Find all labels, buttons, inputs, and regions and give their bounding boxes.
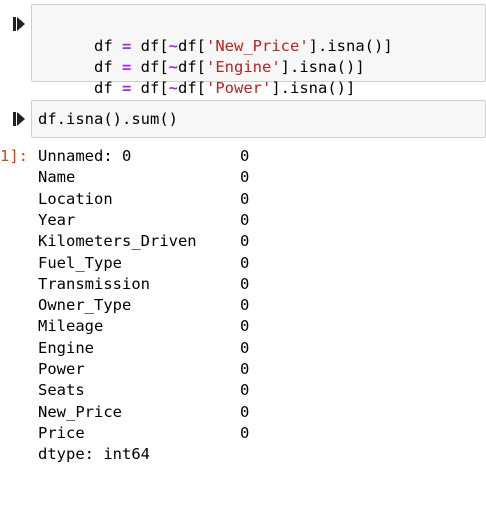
series-value: 0: [240, 274, 250, 293]
series-value: 0: [240, 168, 250, 187]
run-cell-icon[interactable]: [13, 17, 25, 31]
output-row: Seats 0: [38, 380, 249, 401]
code-token: df: [94, 79, 122, 97]
code-input-2[interactable]: df.isna().sum(): [31, 100, 486, 138]
code-token: ].isna()]: [271, 79, 356, 97]
code-line: df = df[~df['Engine'].isna()]: [38, 34, 365, 76]
series-index-label: Name: [38, 168, 76, 187]
series-index-label: Seats: [38, 381, 85, 400]
dtype-line: dtype: int64: [38, 445, 150, 464]
series-index-label: Owner_Type: [38, 296, 132, 315]
code-token: df[: [131, 79, 169, 97]
output-prompt: 1]:: [0, 147, 28, 165]
operator-token: =: [122, 79, 132, 97]
series-value: 0: [240, 210, 250, 229]
output-row: Kilometers_Driven 0: [38, 231, 249, 252]
string-token: 'Power': [206, 79, 272, 97]
output-area: 1]: Unnamed: 0 0 Name 0 Location 0 Year …: [0, 146, 486, 473]
series-index-label: Engine: [38, 338, 94, 357]
operator-token: ~: [168, 79, 179, 97]
output-row: Power 0: [38, 359, 249, 380]
code-line: df = df[~df['Power'].isna()]: [38, 55, 355, 97]
series-index-label: Mileage: [38, 317, 104, 336]
output-row: Mileage 0: [38, 316, 249, 337]
series-index-label: Unnamed: 0: [38, 147, 132, 165]
series-value: 0: [240, 253, 250, 272]
series-index-label: Power: [38, 360, 85, 378]
code-input-1[interactable]: df = df[~df['New_Price'].isna()] df = df…: [31, 4, 486, 97]
series-value: 0: [240, 423, 250, 442]
run-cell-icon[interactable]: [13, 112, 25, 126]
series-index-label: New_Price: [38, 402, 122, 421]
code-line: df = df[~df['New_Price'].isna()]: [38, 13, 393, 55]
output-row: Location 0: [38, 189, 249, 210]
series-value: 0: [240, 317, 250, 336]
series-index-label: Location: [38, 189, 113, 208]
series-value: 0: [240, 296, 250, 315]
output-row: Transmission 0: [38, 274, 249, 295]
series-value: 0: [240, 338, 250, 357]
series-value: 0: [240, 381, 250, 400]
output-row: Unnamed: 0 0: [38, 146, 249, 167]
output-row: Price 0: [38, 423, 249, 444]
output-row: New_Price 0: [38, 402, 249, 423]
code-cell-2[interactable]: df.isna().sum(): [0, 98, 486, 142]
output-row: Year 0: [38, 210, 249, 231]
series-index-label: Year: [38, 210, 76, 229]
series-value: 0: [240, 147, 250, 165]
series-value: 0: [240, 360, 250, 378]
series-value: 0: [240, 232, 250, 251]
output-row: Fuel_Type 0: [38, 253, 249, 274]
series-value: 0: [240, 189, 250, 208]
output-row: Engine 0: [38, 338, 249, 359]
output-row: Name 0: [38, 167, 249, 188]
series-index-label: Price: [38, 423, 85, 442]
code-cell-1[interactable]: df = df[~df['New_Price'].isna()] df = df…: [0, 0, 486, 97]
code-line: df.isna().sum(): [38, 110, 178, 128]
series-index-label: Kilometers_Driven: [38, 232, 197, 251]
output-row: Owner_Type 0: [38, 295, 249, 316]
series-index-label: Fuel_Type: [38, 253, 122, 272]
series-value: 0: [240, 402, 250, 421]
code-token: df[: [178, 79, 207, 97]
series-index-label: Transmission: [38, 274, 150, 293]
